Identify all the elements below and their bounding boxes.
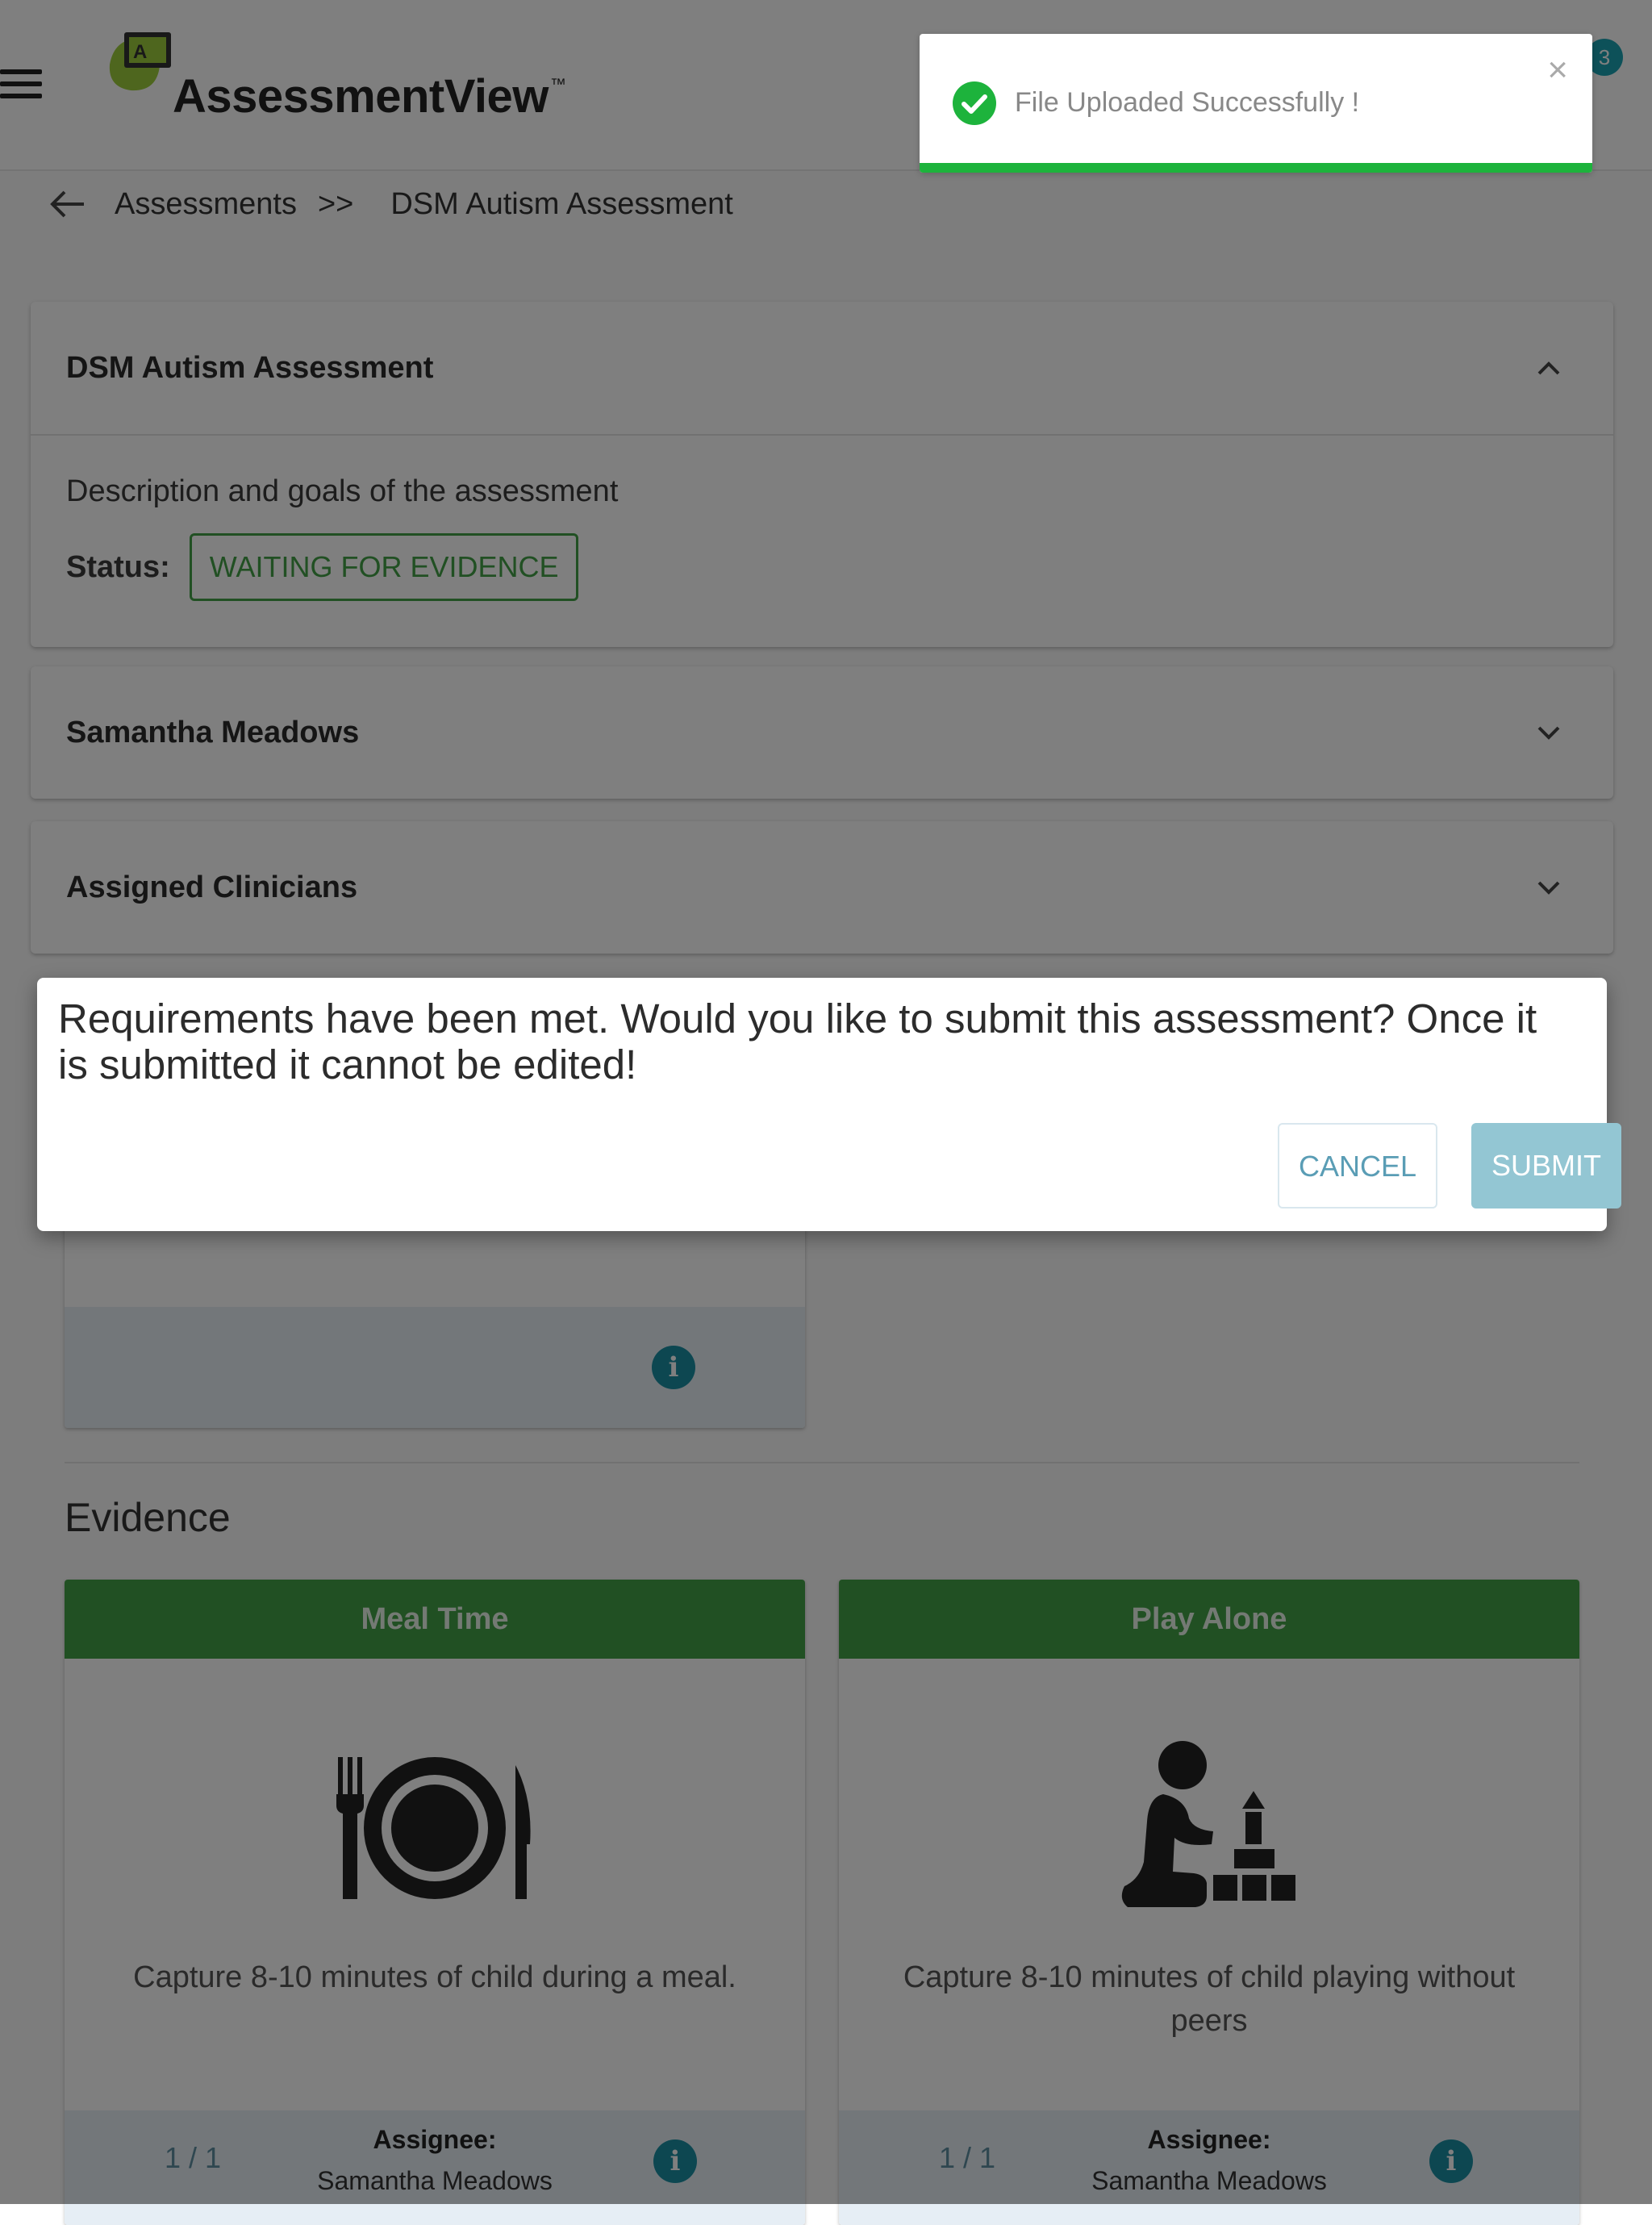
submit-button[interactable]: SUBMIT	[1471, 1123, 1621, 1209]
submit-confirmation-dialog: Requirements have been met. Would you li…	[37, 978, 1621, 1231]
upload-success-toast: File Uploaded Successfully ! ×	[920, 34, 1592, 173]
dialog-message: Requirements have been met. Would you li…	[58, 996, 1537, 1087]
check-circle-icon	[953, 81, 996, 125]
close-icon[interactable]: ×	[1547, 50, 1568, 90]
toast-message: File Uploaded Successfully !	[1015, 87, 1360, 118]
cancel-button[interactable]: CANCEL	[1278, 1123, 1437, 1209]
toast-progress-bar	[920, 163, 1592, 173]
